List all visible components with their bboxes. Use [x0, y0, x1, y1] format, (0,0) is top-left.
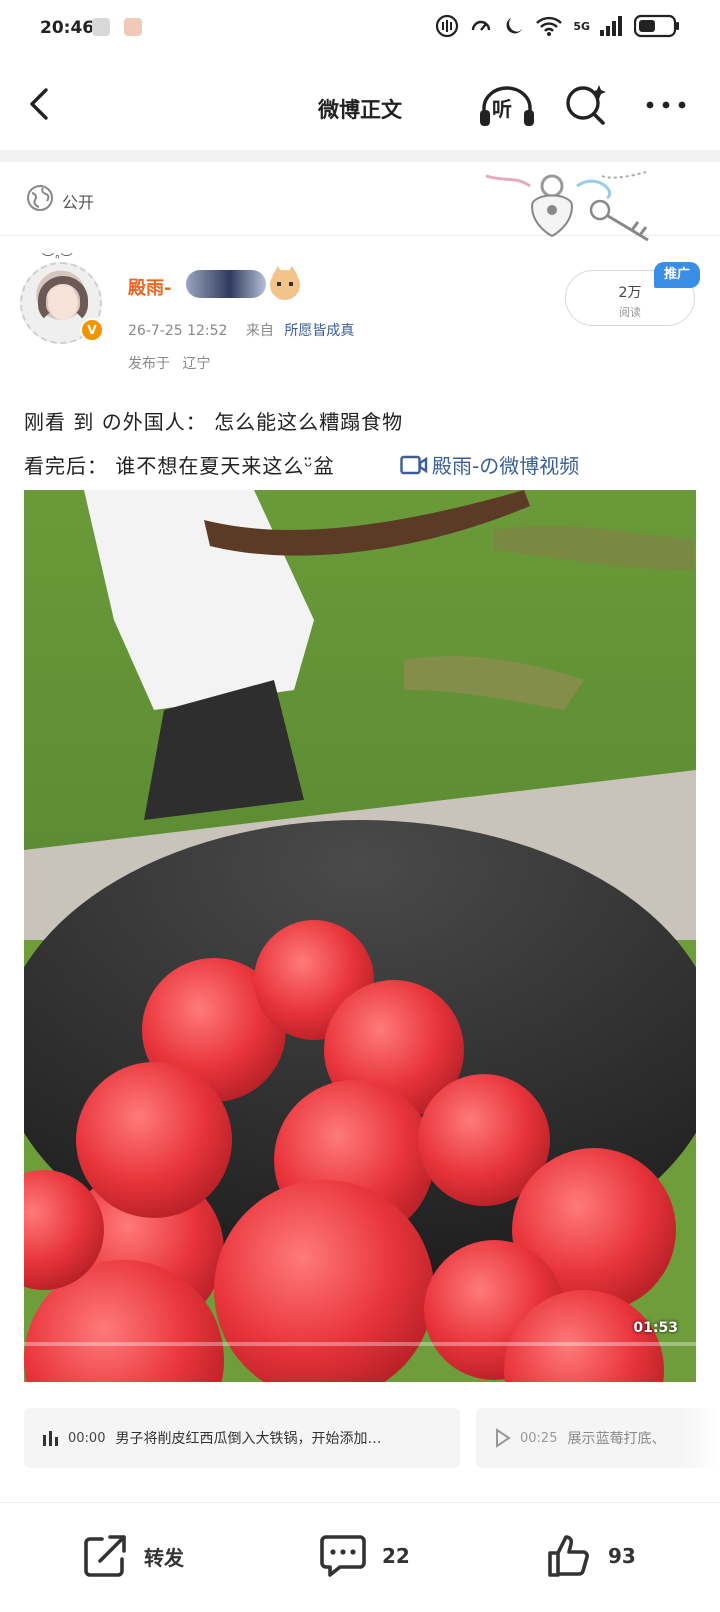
signal-icon	[600, 16, 622, 36]
source-link[interactable]: 所愿皆成真	[284, 323, 354, 339]
section-divider	[0, 150, 720, 162]
video-chapters: 00:00 男子将削皮红西瓜倒入大铁锅，开始添加… 00:25 展示蓝莓打底、	[24, 1408, 720, 1468]
video-thumbnail	[24, 490, 696, 1382]
video-link-text: 殿雨-の微博视频	[432, 454, 580, 478]
location-prefix: 发布于	[128, 356, 170, 372]
comment-count: 22	[382, 1544, 410, 1568]
status-icons: 5G	[435, 14, 680, 38]
cat-emoji-icon	[270, 266, 300, 300]
promote-badge[interactable]: 推广	[654, 262, 700, 288]
nfc-icon	[436, 14, 459, 38]
status-time: 20:46	[40, 18, 95, 38]
comment-icon	[320, 1535, 366, 1577]
page-title: 微博正文	[318, 98, 402, 122]
comment-button[interactable]: 22	[318, 1531, 410, 1581]
thumbs-up-icon	[548, 1535, 589, 1577]
like-count: 93	[608, 1544, 636, 1568]
notification-icon	[92, 18, 110, 36]
action-bar: 转发 22 93	[0, 1503, 720, 1612]
app-icon	[124, 18, 142, 36]
status-bar: 20:46 5G	[0, 0, 720, 58]
listen-label: 听	[492, 97, 512, 121]
chapter-text: 展示蓝莓打底、	[567, 1431, 666, 1447]
post-meta: 26-7-25 12:52 来自 所愿皆成真	[128, 320, 354, 340]
video-player[interactable]: 01:53	[24, 490, 696, 1382]
speed-icon	[472, 20, 491, 31]
like-button[interactable]: 93	[544, 1531, 636, 1581]
moon-icon	[506, 17, 523, 34]
video-progress-bar[interactable]	[24, 1342, 696, 1346]
repost-label: 转发	[144, 1545, 184, 1570]
chapter-time: 00:25	[520, 1430, 558, 1446]
visibility-row: 公开	[0, 162, 720, 242]
top-nav-bar: 微博正文 听	[0, 58, 720, 150]
chapter-time: 00:00	[68, 1430, 106, 1446]
audio-bars-icon	[43, 1431, 58, 1446]
location-city: 辽宁	[182, 356, 211, 372]
chapter-item[interactable]: 00:00 男子将削皮红西瓜倒入大铁锅，开始添加…	[24, 1408, 460, 1468]
globe-icon	[27, 185, 53, 211]
source-prefix: 来自	[245, 323, 274, 339]
avatar-face	[48, 286, 78, 320]
more-icon[interactable]	[642, 86, 690, 124]
battery-icon	[634, 14, 679, 38]
post-location: 发布于 辽宁	[128, 353, 210, 373]
video-link[interactable]: 殿雨-の微博视频	[400, 450, 579, 479]
read-label: 阅读	[619, 306, 641, 319]
member-badge-icon[interactable]	[186, 270, 266, 298]
wifi-icon	[536, 16, 563, 36]
video-camera-icon	[400, 455, 428, 474]
visibility-label: 公开	[62, 193, 95, 212]
author-name[interactable]: 殿雨-	[128, 274, 171, 300]
repost-button[interactable]: 转发	[80, 1531, 184, 1581]
post-date: 26-7-25 12:52	[128, 323, 228, 339]
network-label: 5G	[573, 19, 590, 33]
play-icon	[496, 1428, 511, 1448]
search-icon[interactable]	[563, 82, 609, 128]
lock-key-decoration-icon	[485, 171, 649, 242]
chapter-fade	[680, 1408, 720, 1468]
repost-icon	[84, 1535, 126, 1577]
post-text-line-1: 刚看 到 の外国人： 怎么能这么糟蹋食物	[24, 410, 404, 434]
chapter-text: 男子将削皮红西瓜倒入大铁锅，开始添加…	[115, 1431, 382, 1447]
verified-badge-icon: V	[80, 318, 104, 342]
post-text-line-2: 看完后： 谁不想在夏天来这么ᵕ̈盆	[24, 454, 335, 478]
video-duration: 01:53	[633, 1320, 678, 1336]
listen-button[interactable]: 听	[478, 82, 536, 128]
